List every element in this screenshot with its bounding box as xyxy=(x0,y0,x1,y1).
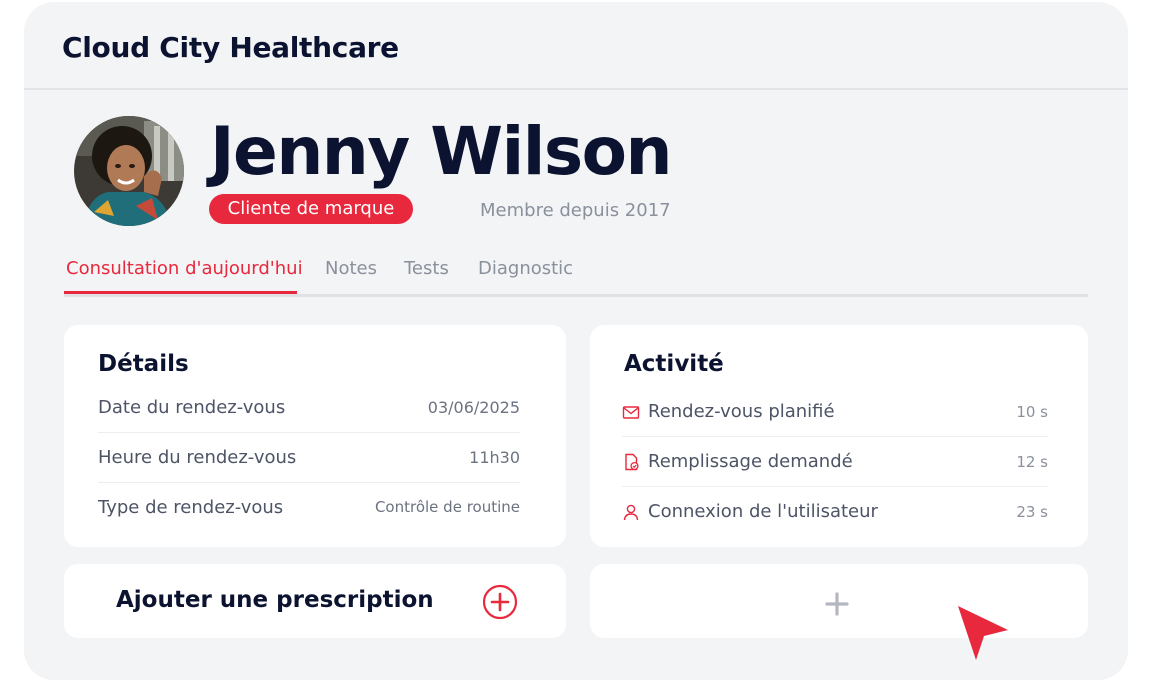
activity-title: Activité xyxy=(624,351,724,377)
detail-value: 03/06/2025 xyxy=(427,398,520,417)
add-prescription-card[interactable]: Ajouter une prescription xyxy=(64,564,566,638)
divider xyxy=(622,486,1048,487)
activity-card: Activité Rendez-vous planifié 10 s Rempl… xyxy=(590,325,1088,547)
patient-name: Jenny Wilson xyxy=(210,113,672,190)
member-since-text: Membre depuis 2017 xyxy=(480,200,671,221)
detail-row-time: Heure du rendez-vous 11h30 xyxy=(98,447,520,497)
activity-time: 23 s xyxy=(1016,503,1048,521)
plus-circle-icon[interactable] xyxy=(482,584,518,620)
active-tab-indicator xyxy=(64,291,297,294)
detail-row-type: Type de rendez-vous Contrôle de routine xyxy=(98,497,520,547)
envelope-icon xyxy=(622,406,640,419)
tab-tests[interactable]: Tests xyxy=(404,258,449,279)
activity-label: Rendez-vous planifié xyxy=(648,401,835,422)
top-bar: Cloud City Healthcare xyxy=(24,2,1128,90)
divider xyxy=(98,432,520,433)
activity-label: Connexion de l'utilisateur xyxy=(648,501,878,522)
detail-value: 11h30 xyxy=(469,448,520,467)
details-card: Détails Date du rendez-vous 03/06/2025 H… xyxy=(64,325,566,547)
activity-time: 12 s xyxy=(1016,453,1048,471)
tab-notes[interactable]: Notes xyxy=(325,258,377,279)
app-title: Cloud City Healthcare xyxy=(62,31,399,64)
tab-todays-consultation[interactable]: Consultation d'aujourd'hui xyxy=(66,258,303,279)
brand-client-badge: Cliente de marque xyxy=(209,194,413,224)
activity-item[interactable]: Remplissage demandé 12 s xyxy=(622,451,1048,501)
detail-label: Type de rendez-vous xyxy=(98,497,284,518)
user-icon xyxy=(623,504,639,521)
detail-row-date: Date du rendez-vous 03/06/2025 xyxy=(98,397,520,447)
avatar-photo xyxy=(74,116,184,226)
detail-value: Contrôle de routine xyxy=(374,498,520,516)
document-check-icon xyxy=(625,453,639,471)
divider xyxy=(622,436,1048,437)
detail-label: Heure du rendez-vous xyxy=(98,447,297,468)
divider xyxy=(98,482,520,483)
tab-bar: Consultation d'aujourd'hui Notes Tests D… xyxy=(64,254,1088,297)
detail-label: Date du rendez-vous xyxy=(98,397,286,418)
activity-item[interactable]: Rendez-vous planifié 10 s xyxy=(622,401,1048,451)
activity-time: 10 s xyxy=(1016,403,1048,421)
pointer-cursor-icon xyxy=(958,606,1008,660)
plus-icon[interactable] xyxy=(825,592,849,616)
app-window: Cloud City Healthcare Jenny Wilson Clien… xyxy=(24,2,1128,680)
activity-item[interactable]: Connexion de l'utilisateur 23 s xyxy=(622,501,1048,551)
add-prescription-label: Ajouter une prescription xyxy=(116,587,434,613)
avatar xyxy=(74,116,184,226)
activity-label: Remplissage demandé xyxy=(648,451,853,472)
details-title: Détails xyxy=(98,351,189,377)
tab-diagnostic[interactable]: Diagnostic xyxy=(478,258,573,279)
add-card[interactable] xyxy=(590,564,1088,638)
